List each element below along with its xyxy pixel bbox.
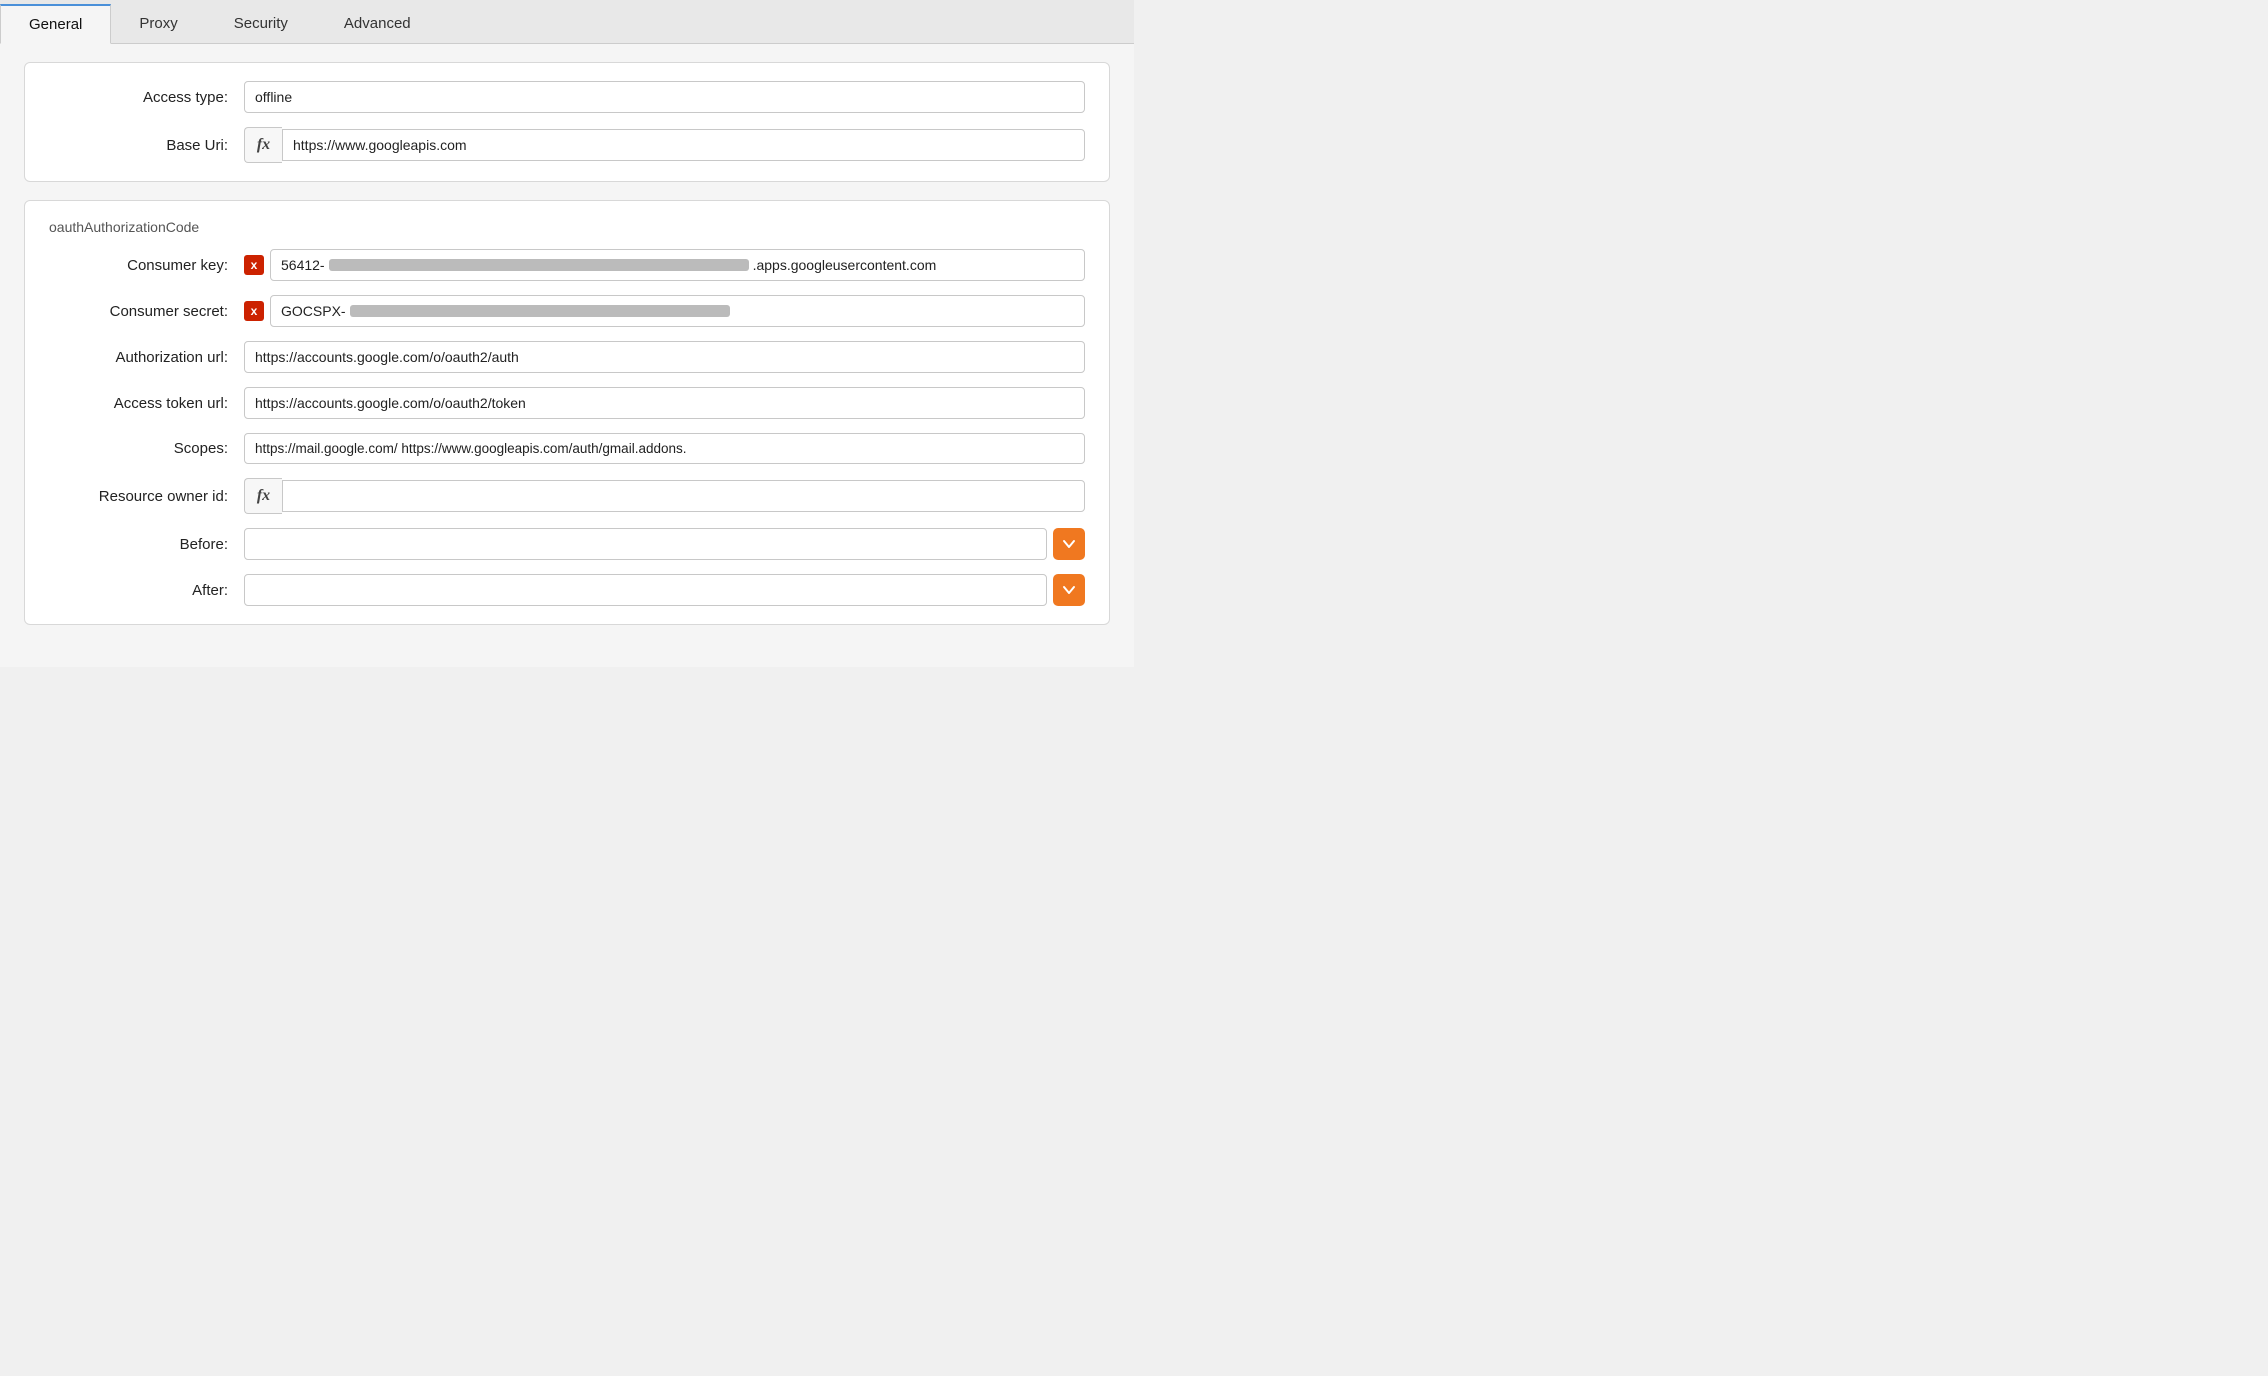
consumer-key-input-group: x 56412- .apps.googleusercontent.com (244, 249, 1085, 281)
base-uri-row: Base Uri: fx (49, 127, 1085, 163)
scopes-label: Scopes: (49, 440, 244, 457)
resource-owner-id-fx-button[interactable]: fx (244, 478, 282, 514)
tab-proxy[interactable]: Proxy (111, 4, 205, 43)
consumer-secret-label: Consumer secret: (49, 303, 244, 320)
before-dropdown-button[interactable] (1053, 528, 1085, 560)
consumer-key-suffix: .apps.googleusercontent.com (753, 257, 937, 273)
authorization-url-row: Authorization url: (49, 341, 1085, 373)
consumer-secret-error-icon: x (244, 301, 264, 321)
base-uri-input[interactable] (282, 129, 1085, 161)
authorization-url-label: Authorization url: (49, 349, 244, 366)
tab-security[interactable]: Security (206, 4, 316, 43)
scopes-row: Scopes: (49, 433, 1085, 464)
oauth-section: oauthAuthorizationCode Consumer key: x 5… (24, 200, 1110, 625)
after-input-group (244, 574, 1085, 606)
chevron-down-icon (1062, 537, 1076, 551)
main-content: Access type: Base Uri: fx oauthAuthoriza… (0, 44, 1134, 667)
before-input[interactable] (244, 528, 1047, 560)
base-uri-input-group: fx (244, 127, 1085, 163)
consumer-key-row: Consumer key: x 56412- .apps.googleuserc… (49, 249, 1085, 281)
before-row: Before: (49, 528, 1085, 560)
general-settings-card: Access type: Base Uri: fx (24, 62, 1110, 182)
tab-bar: General Proxy Security Advanced (0, 0, 1134, 44)
consumer-secret-row: Consumer secret: x GOCSPX- (49, 295, 1085, 327)
base-uri-label: Base Uri: (49, 137, 244, 154)
consumer-key-blurred (329, 259, 749, 271)
before-input-group (244, 528, 1085, 560)
authorization-url-input[interactable] (244, 341, 1085, 373)
consumer-secret-input[interactable]: GOCSPX- (270, 295, 1085, 327)
access-type-row: Access type: (49, 81, 1085, 113)
consumer-secret-blurred (350, 305, 730, 317)
resource-owner-id-row: Resource owner id: fx (49, 478, 1085, 514)
access-token-url-input[interactable] (244, 387, 1085, 419)
tab-general[interactable]: General (0, 4, 111, 44)
access-type-label: Access type: (49, 89, 244, 106)
resource-owner-id-label: Resource owner id: (49, 488, 244, 505)
consumer-key-error-icon: x (244, 255, 264, 275)
after-label: After: (49, 582, 244, 599)
tab-advanced[interactable]: Advanced (316, 4, 439, 43)
resource-owner-id-input-group: fx (244, 478, 1085, 514)
access-token-url-row: Access token url: (49, 387, 1085, 419)
access-type-input[interactable] (244, 81, 1085, 113)
consumer-secret-prefix: GOCSPX- (281, 303, 346, 319)
consumer-key-prefix: 56412- (281, 257, 325, 273)
base-uri-fx-button[interactable]: fx (244, 127, 282, 163)
after-dropdown-button[interactable] (1053, 574, 1085, 606)
access-token-url-label: Access token url: (49, 395, 244, 412)
consumer-key-label: Consumer key: (49, 257, 244, 274)
chevron-down-icon-2 (1062, 583, 1076, 597)
oauth-section-title: oauthAuthorizationCode (49, 219, 1085, 235)
after-input[interactable] (244, 574, 1047, 606)
scopes-input[interactable] (244, 433, 1085, 464)
resource-owner-id-input[interactable] (282, 480, 1085, 512)
consumer-secret-input-group: x GOCSPX- (244, 295, 1085, 327)
before-label: Before: (49, 536, 244, 553)
after-row: After: (49, 574, 1085, 606)
consumer-key-input[interactable]: 56412- .apps.googleusercontent.com (270, 249, 1085, 281)
